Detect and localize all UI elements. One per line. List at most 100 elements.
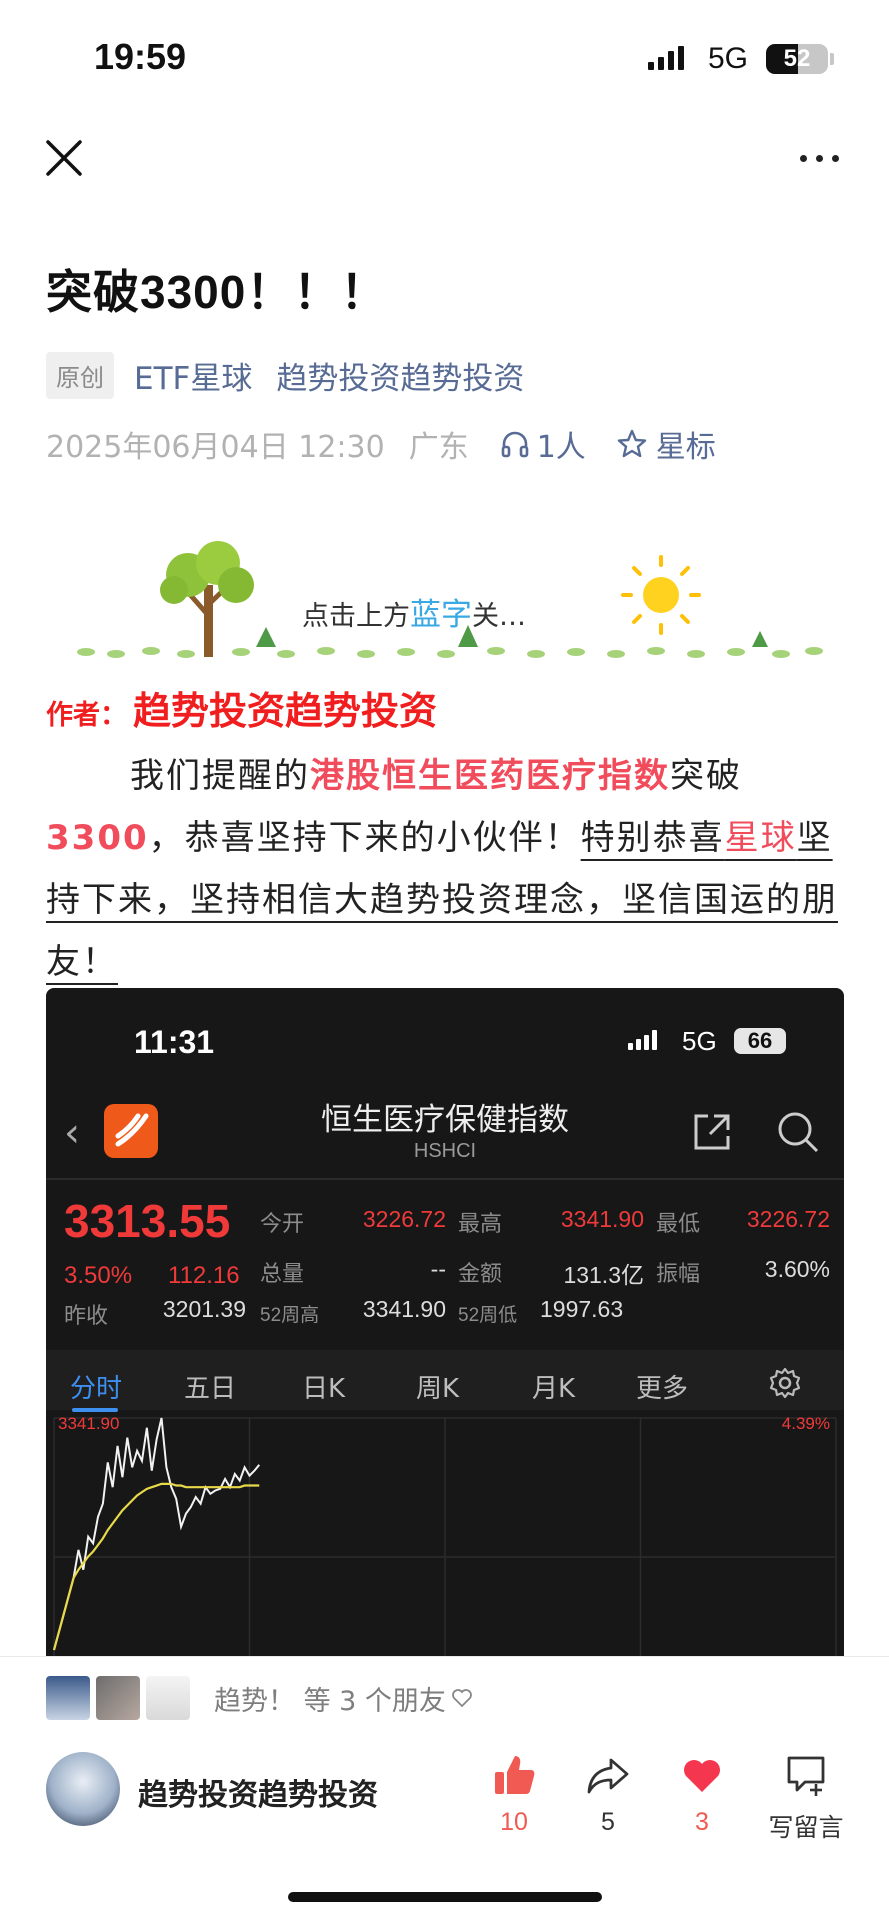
shot-network: 5G [682,1026,717,1056]
change-abs: 112.16 [168,1262,240,1289]
date-row: 2025年06月04日 12:30 广东 1人 星标 [46,422,716,466]
heart-button[interactable]: 3 [662,1752,742,1837]
label-52w-low: 52周低 [458,1305,518,1326]
location: 广东 [408,430,469,465]
price-line [53,1417,261,1651]
banner-text: 点击上方蓝字关… [302,589,526,634]
banner-text-prefix: 点击上方 [302,601,410,632]
dot [800,154,807,162]
para-text: ，恭喜坚持下来的小伙伴！ [148,818,581,858]
para-text: 特别恭喜 [580,818,725,858]
signal-icon [648,46,684,70]
current-price: 3313.55 [64,1195,231,1247]
value-open: 3226.72 [362,1206,446,1232]
quote-panel: 3313.55 3.50% 112.16 今开 3226.72 最高 3341.… [46,1186,844,1328]
dot [832,154,839,162]
friend-avatar [46,1676,90,1720]
follow-banner-image: 点击上方蓝字关… [66,535,828,665]
account-bar: 趋势投资趋势投资 10 5 3 写留言 [46,1752,846,1842]
value-volume: -- [430,1256,446,1282]
label-open: 今开 [260,1211,305,1236]
account-avatar[interactable] [46,1752,120,1826]
embedded-stock-screenshot[interactable]: 11:31 5G 66 ‹ 恒生医疗保健指数 HSHCI 3313.55 3.5… [46,988,844,1656]
para-text: 我们提醒的 [130,756,310,796]
status-time: 19:59 [94,36,187,77]
network-type: 5G [708,42,749,75]
tab-more[interactable]: 更多 [636,1368,688,1405]
value-52w-low: 1997.63 [540,1296,624,1322]
banner-text-blue: 蓝字 [410,597,472,633]
label-volume: 总量 [260,1261,305,1286]
chart-tabs: 分时 五日 日K 周K 月K 更多 [46,1350,844,1412]
divider [46,1178,844,1180]
heart-count: 3 [695,1808,709,1836]
article-meta: 原创 ETF星球 趋势投资趋势投资 [46,351,524,399]
bottom-divider [0,1656,889,1657]
para-number: 3300 [46,818,149,858]
headphones-icon [501,431,528,458]
star-icon [617,429,646,458]
tab-intraday[interactable]: 分时 [70,1368,122,1405]
para-highlight: 星球 [724,818,797,858]
star-label: 星标 [655,430,716,465]
more-options-button[interactable] [800,146,850,170]
tab-monthly-k[interactable]: 月K [532,1368,575,1405]
para-text: 突破 [670,756,742,796]
change-pct: 3.50% [64,1262,133,1289]
article-title: 突破3300！！！ [46,266,388,318]
friends-row[interactable]: 趋势！ 等 3 个朋友 [46,1676,474,1720]
thumbs-up-icon [495,1756,535,1794]
account-link[interactable]: ETF星球 [134,353,252,398]
author-label: 作者： [46,700,127,731]
label-amount: 金额 [458,1261,503,1286]
home-indicator[interactable] [288,1892,602,1902]
label-prev-close: 昨收 [64,1303,109,1328]
close-button[interactable] [44,138,84,178]
publish-date: 2025年06月04日 12:30 [46,430,385,465]
comment-button[interactable]: 写留言 [758,1752,854,1844]
like-button[interactable]: 10 [474,1752,554,1837]
shot-status-time: 11:31 [134,1024,215,1060]
like-count: 10 [500,1808,528,1836]
heart-outline-icon [452,1689,472,1708]
share-button[interactable]: 5 [568,1752,648,1837]
value-prev-close: 3201.39 [162,1296,246,1322]
chart-pct-label: 4.39% [781,1414,830,1433]
comment-label: 写留言 [768,1814,844,1842]
banner-text-suffix: 关… [472,601,526,632]
label-high: 最高 [458,1211,503,1236]
status-bar: 19:59 5G 52 [0,0,889,110]
friend-avatar [146,1676,190,1720]
shot-signal-icon [628,1030,657,1050]
share-count: 5 [601,1808,615,1836]
star-button[interactable]: 星标 [616,422,716,466]
original-badge: 原创 [46,351,114,399]
value-high: 3341.90 [560,1206,644,1232]
battery-tip [830,53,834,65]
tab-weekly-k[interactable]: 周K [416,1368,459,1405]
tab-daily-k[interactable]: 日K [302,1368,345,1405]
value-low: 3226.72 [746,1206,830,1232]
shot-battery: 66 [734,1028,786,1054]
account-name[interactable]: 趋势投资趋势投资 [138,1770,378,1814]
search-icon [778,1112,819,1153]
settings-icon[interactable] [768,1366,802,1400]
author-name: 趋势投资趋势投资 [133,689,438,733]
comment-icon [787,1756,825,1796]
average-line [52,1482,260,1651]
battery-level: 52 [783,45,811,72]
battery-icon: 52 [766,44,828,74]
listener-count: 1人 [536,430,586,465]
friends-liked-text: 趋势！ 等 3 个朋友 [214,1685,446,1717]
listen-button[interactable]: 1人 [499,422,586,466]
tab-five-day[interactable]: 五日 [184,1368,236,1405]
author-link[interactable]: 趋势投资趋势投资 [276,353,524,398]
heart-icon [684,1760,720,1792]
article-paragraph: 我们提醒的港股恒生医药医疗指数突破3300，恭喜坚持下来的小伙伴！特别恭喜星球坚… [46,745,846,993]
intraday-chart-svg [52,1417,837,1656]
close-icon [46,140,82,176]
label-52w-high: 52周高 [260,1305,320,1326]
forward-icon [587,1758,629,1794]
author-line: 作者： 趋势投资趋势投资 [46,680,437,735]
value-amount: 131.3亿 [563,1262,644,1288]
